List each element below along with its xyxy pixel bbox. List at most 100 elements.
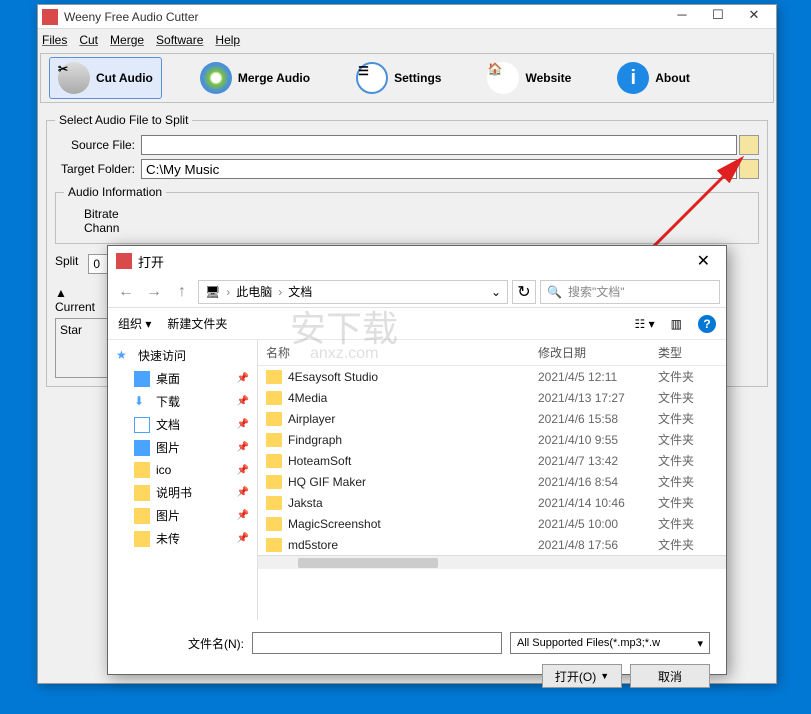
folder-icon: [134, 485, 150, 501]
titlebar[interactable]: Weeny Free Audio Cutter ─ ☐ ✕: [38, 5, 776, 29]
merge-audio-button[interactable]: Merge Audio: [192, 58, 318, 98]
cut-audio-button[interactable]: ✂ Cut Audio: [49, 57, 162, 99]
folder-icon: [266, 496, 282, 510]
folder-icon: [266, 391, 282, 405]
open-dialog: 打开 ✕ ← → ↑ 🖥 › 此电脑 › 文档 ⌄ ↻ 🔍 搜索"文档" 组织 …: [107, 245, 727, 675]
dialog-icon: [116, 253, 132, 269]
sidebar-downloads[interactable]: ⬇下载📌: [108, 390, 257, 413]
folder-icon: [134, 462, 150, 478]
folder-icon: [134, 508, 150, 524]
menubar: Files Cut Merge Software Help: [38, 29, 776, 51]
nav-row: ← → ↑ 🖥 › 此电脑 › 文档 ⌄ ↻ 🔍 搜索"文档": [108, 276, 726, 308]
organize-button[interactable]: 组织 ▾: [118, 315, 151, 332]
folder-icon: [266, 412, 282, 426]
close-button[interactable]: ✕: [736, 5, 772, 29]
folder-icon: [266, 517, 282, 531]
folder-icon: [266, 475, 282, 489]
source-input[interactable]: [141, 135, 737, 155]
sidebar-quick-access[interactable]: ★快速访问: [108, 344, 257, 367]
bc-pc[interactable]: 此电脑: [236, 283, 272, 300]
bitrate-label: Bitrate: [84, 207, 750, 221]
filename-input[interactable]: [252, 632, 502, 654]
monitor-icon: [134, 371, 150, 387]
sidebar-desktop[interactable]: 桌面📌: [108, 367, 257, 390]
sidebar-pictures2[interactable]: 图片📌: [108, 504, 257, 527]
sidebar-untrans[interactable]: 未传📌: [108, 527, 257, 550]
window-title: Weeny Free Audio Cutter: [64, 10, 664, 24]
preview-button[interactable]: ▥: [671, 317, 682, 331]
filename-label: 文件名(N):: [124, 635, 244, 652]
sidebar-manual[interactable]: 说明书📌: [108, 481, 257, 504]
folder-icon: [134, 531, 150, 547]
menu-merge[interactable]: Merge: [110, 33, 144, 47]
start-label: Star: [60, 323, 82, 337]
dialog-titlebar[interactable]: 打开 ✕: [108, 246, 726, 276]
sidebar-pictures[interactable]: 图片📌: [108, 436, 257, 459]
menu-cut[interactable]: Cut: [79, 33, 98, 47]
star-icon: ★: [116, 348, 132, 364]
file-list: 名称 修改日期 类型 4Esaysoft Studio2021/4/5 12:1…: [258, 340, 726, 620]
filetype-select[interactable]: All Supported Files(*.mp3;*.w▾: [510, 632, 710, 654]
col-date[interactable]: 修改日期: [538, 344, 658, 361]
sidebar-ico[interactable]: ico📌: [108, 459, 257, 481]
file-row[interactable]: 4Media2021/4/13 17:27文件夹: [258, 387, 726, 408]
search-icon: 🔍: [547, 285, 562, 299]
file-row[interactable]: Findgraph2021/4/10 9:55文件夹: [258, 429, 726, 450]
target-input[interactable]: [141, 159, 737, 179]
file-row[interactable]: HoteamSoft2021/4/7 13:42文件夹: [258, 450, 726, 471]
chevron-down-icon[interactable]: ⌄: [491, 285, 501, 299]
up-button[interactable]: ↑: [170, 280, 194, 304]
file-row[interactable]: Jaksta2021/4/14 10:46文件夹: [258, 492, 726, 513]
forward-button[interactable]: →: [142, 280, 166, 304]
settings-button[interactable]: ☰ Settings: [348, 58, 449, 98]
search-input[interactable]: 🔍 搜索"文档": [540, 280, 720, 304]
website-button[interactable]: 🏠 Website: [479, 58, 579, 98]
help-icon[interactable]: ?: [698, 315, 716, 333]
menu-files[interactable]: Files: [42, 33, 67, 47]
picture-icon: [134, 440, 150, 456]
cancel-button[interactable]: 取消: [630, 664, 710, 688]
split-legend: Select Audio File to Split: [55, 113, 192, 127]
horizontal-scrollbar[interactable]: [258, 555, 726, 569]
cd-icon: [200, 62, 232, 94]
split-label: Split: [55, 254, 78, 274]
maximize-button[interactable]: ☐: [700, 5, 736, 29]
view-button[interactable]: ☷ ▾: [635, 317, 655, 331]
col-name[interactable]: 名称: [266, 344, 538, 361]
dialog-close-button[interactable]: ✕: [689, 251, 718, 271]
document-icon: [134, 417, 150, 433]
source-label: Source File:: [55, 138, 135, 152]
sidebar-documents[interactable]: 文档📌: [108, 413, 257, 436]
back-button[interactable]: ←: [114, 280, 138, 304]
file-header[interactable]: 名称 修改日期 类型: [258, 340, 726, 366]
new-folder-button[interactable]: 新建文件夹: [167, 315, 227, 332]
target-browse-button[interactable]: [739, 159, 759, 179]
folder-icon: [266, 454, 282, 468]
download-icon: ⬇: [134, 394, 150, 410]
source-browse-button[interactable]: [739, 135, 759, 155]
dialog-title: 打开: [138, 252, 689, 271]
about-button[interactable]: i About: [609, 58, 698, 98]
col-type[interactable]: 类型: [658, 344, 718, 361]
file-row[interactable]: MagicScreenshot2021/4/5 10:00文件夹: [258, 513, 726, 534]
pc-icon: 🖥: [205, 285, 220, 299]
refresh-button[interactable]: ↻: [512, 280, 536, 304]
target-label: Target Folder:: [55, 162, 135, 176]
scissors-icon: ✂: [58, 62, 90, 94]
folder-icon: [266, 538, 282, 552]
toolbar: ✂ Cut Audio Merge Audio ☰ Settings 🏠 Web…: [40, 53, 774, 103]
file-row[interactable]: 4Esaysoft Studio2021/4/5 12:11文件夹: [258, 366, 726, 387]
file-row[interactable]: md5store2021/4/8 17:56文件夹: [258, 534, 726, 555]
menu-help[interactable]: Help: [215, 33, 240, 47]
bc-folder[interactable]: 文档: [288, 283, 312, 300]
file-row[interactable]: HQ GIF Maker2021/4/16 8:54文件夹: [258, 471, 726, 492]
open-button[interactable]: 打开(O)▼: [542, 664, 622, 688]
minimize-button[interactable]: ─: [664, 5, 700, 29]
info-icon: i: [617, 62, 649, 94]
menu-software[interactable]: Software: [156, 33, 203, 47]
folder-icon: [266, 370, 282, 384]
file-row[interactable]: Airplayer2021/4/6 15:58文件夹: [258, 408, 726, 429]
folder-icon: [266, 433, 282, 447]
house-icon: 🏠: [487, 62, 519, 94]
breadcrumb[interactable]: 🖥 › 此电脑 › 文档 ⌄: [198, 280, 508, 304]
